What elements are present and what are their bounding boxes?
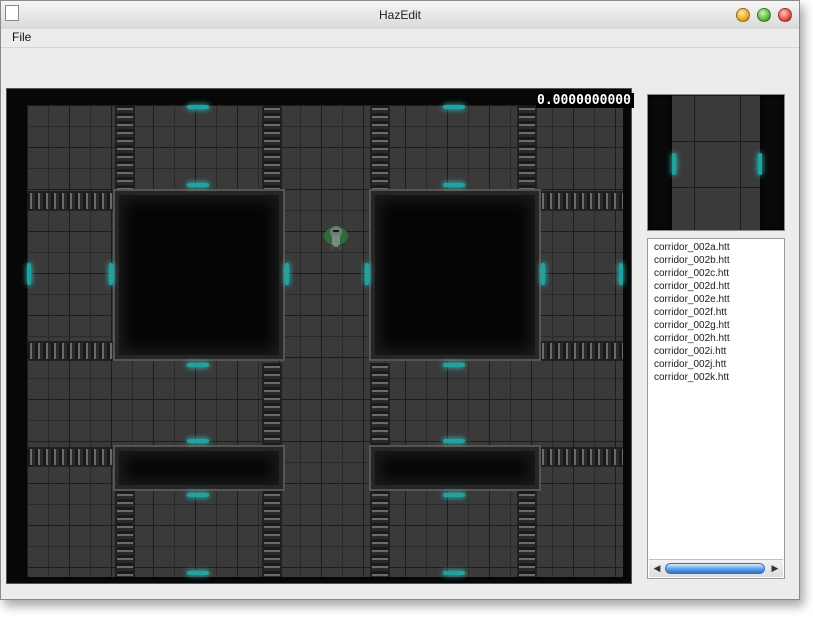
- map-canvas[interactable]: [6, 88, 632, 584]
- vent-row: [539, 341, 623, 361]
- list-item[interactable]: corridor_002h.htt: [654, 332, 784, 345]
- title-bar[interactable]: HazEdit: [1, 1, 799, 30]
- tile-preview: [647, 94, 785, 231]
- list-item[interactable]: corridor_002a.htt: [654, 241, 784, 254]
- vent-strip: [370, 105, 390, 189]
- door-light: [758, 153, 762, 175]
- door-light: [187, 493, 209, 497]
- list-item[interactable]: corridor_002g.htt: [654, 319, 784, 332]
- door-light: [619, 263, 623, 285]
- door-light: [285, 263, 289, 285]
- vent-row: [539, 191, 623, 211]
- scroll-thumb[interactable]: [665, 563, 765, 574]
- vent-strip: [115, 491, 135, 577]
- toolbar: [1, 48, 799, 86]
- vent-row: [27, 341, 113, 361]
- vent-strip: [370, 363, 390, 447]
- vent-strip: [262, 491, 282, 577]
- door-light: [187, 183, 209, 187]
- zoom-icon[interactable]: [757, 8, 771, 22]
- minimize-icon[interactable]: [736, 8, 750, 22]
- vent-strip: [517, 105, 537, 189]
- door-light: [443, 439, 465, 443]
- menu-file[interactable]: File: [12, 30, 31, 44]
- door-light: [443, 571, 465, 575]
- door-light: [443, 105, 465, 109]
- window-title: HazEdit: [378, 8, 422, 22]
- door-light: [109, 263, 113, 285]
- door-light: [187, 571, 209, 575]
- close-icon[interactable]: [778, 8, 792, 22]
- arrow-right-icon[interactable]: ▶: [769, 562, 781, 574]
- file-list-items: corridor_002a.htt corridor_002b.htt corr…: [648, 239, 784, 384]
- pit-upper-left: [115, 191, 283, 359]
- timer-readout: 0.0000000000: [536, 93, 634, 108]
- vent-row: [539, 447, 623, 467]
- vent-strip: [370, 491, 390, 577]
- list-item[interactable]: corridor_002f.htt: [654, 306, 784, 319]
- pit-lower-left: [115, 447, 283, 489]
- door-light: [27, 263, 31, 285]
- list-item[interactable]: corridor_002k.htt: [654, 371, 784, 384]
- pit-upper-right: [371, 191, 539, 359]
- list-item[interactable]: corridor_002j.htt: [654, 358, 784, 371]
- file-list[interactable]: corridor_002a.htt corridor_002b.htt corr…: [647, 238, 785, 579]
- preview-wall-right: [760, 95, 784, 230]
- vent-row: [27, 447, 113, 467]
- map-floor: [27, 105, 623, 577]
- pit-lower-right: [371, 447, 539, 489]
- door-light: [672, 153, 676, 175]
- vent-strip: [262, 105, 282, 189]
- horizontal-scrollbar[interactable]: ◀ ▶: [649, 559, 783, 577]
- menu-bar: File: [1, 29, 799, 48]
- vent-strip: [262, 363, 282, 447]
- preview-wall-left: [648, 95, 672, 230]
- door-light: [187, 105, 209, 109]
- vent-row: [27, 191, 113, 211]
- list-item[interactable]: corridor_002e.htt: [654, 293, 784, 306]
- arrow-left-icon[interactable]: ◀: [651, 562, 663, 574]
- list-item[interactable]: corridor_002i.htt: [654, 345, 784, 358]
- door-light: [187, 439, 209, 443]
- door-light: [187, 363, 209, 367]
- door-light: [365, 263, 369, 285]
- list-item[interactable]: corridor_002b.htt: [654, 254, 784, 267]
- list-item[interactable]: corridor_002d.htt: [654, 280, 784, 293]
- player-sprite-icon[interactable]: [322, 221, 350, 251]
- vent-strip: [517, 491, 537, 577]
- vent-strip: [115, 105, 135, 189]
- door-light: [443, 363, 465, 367]
- list-item[interactable]: corridor_002c.htt: [654, 267, 784, 280]
- door-light: [443, 493, 465, 497]
- door-light: [443, 183, 465, 187]
- door-light: [541, 263, 545, 285]
